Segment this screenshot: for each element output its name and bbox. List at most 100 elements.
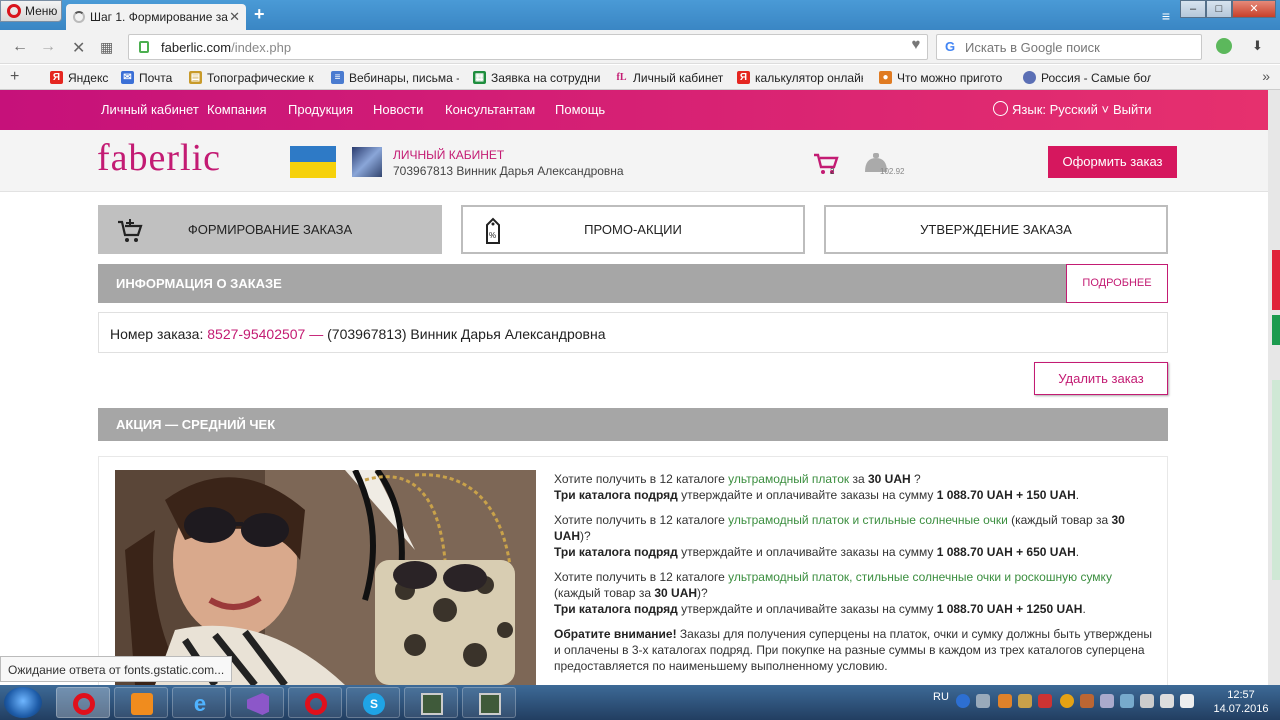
details-button[interactable]: ПОДРОБНЕЕ [1066, 264, 1168, 303]
nav-item-news[interactable]: Новости [373, 102, 423, 117]
bookmark-item[interactable]: ▦ Заявка на сотрудни [473, 71, 600, 85]
order-number-line: Номер заказа: 8527-95402507 — (703967813… [98, 312, 1168, 353]
tray-app-icon[interactable] [998, 694, 1012, 708]
delete-order-button[interactable]: Удалить заказ [1034, 362, 1168, 395]
promo-offer-2: Хотите получить в 12 каталоге ультрамодн… [554, 513, 1125, 559]
tray-app-icon[interactable] [1080, 694, 1094, 708]
checkout-button[interactable]: Оформить заказ [1048, 146, 1177, 178]
nav-item-cabinet[interactable]: Личный кабинет [101, 102, 199, 117]
bookmark-item[interactable]: Россия - Самые боль [1023, 71, 1151, 85]
bookmark-item[interactable]: ≡ Вебинары, письма - [331, 71, 459, 85]
loading-spinner-icon [73, 11, 85, 23]
clock[interactable]: 12:57 14.07.2016 [1206, 688, 1276, 716]
network-icon[interactable] [1120, 694, 1134, 708]
nav-item-company[interactable]: Компания [207, 102, 267, 117]
bookmark-label: Вебинары, письма - [349, 71, 459, 85]
promo-header: АКЦИЯ — СРЕДНИЙ ЧЕК [98, 408, 1168, 441]
forward-arrow-icon[interactable]: → [40, 38, 56, 56]
promo-note: Обратите внимание! Заказы для получения … [554, 627, 1152, 673]
faberlic-logo[interactable]: faberlic [97, 136, 221, 180]
new-tab-button[interactable]: + [254, 4, 265, 25]
cabinet-title[interactable]: ЛИЧНЫЙ КАБИНЕТ [393, 148, 504, 162]
taskbar-opera-2[interactable] [288, 687, 342, 718]
step-order-confirm[interactable]: УТВЕРЖДЕНИЕ ЗАКАЗА [824, 205, 1168, 254]
extension-icon[interactable] [1216, 38, 1232, 54]
clock-date: 14.07.2016 [1213, 703, 1269, 715]
tray-app-icon[interactable] [1060, 694, 1074, 708]
bookmark-item[interactable]: Якалькулятор онлайн [737, 71, 863, 85]
windows-taskbar: e S RU 12:57 14.07.2016 [0, 685, 1280, 720]
background-window-edge [1272, 250, 1280, 310]
system-tray: RU 12:57 14.07.2016 [928, 685, 1280, 720]
bookmark-label: Заявка на сотрудни [491, 71, 600, 85]
language-selector[interactable]: Язык: Русский ˅ [993, 101, 1110, 117]
bookmark-item[interactable]: ● Что можно пригото [879, 71, 1005, 85]
taskbar-media-player[interactable] [114, 687, 168, 718]
bookmark-item[interactable]: ✉ Почта [121, 71, 183, 85]
promo-item-link[interactable]: ультрамодный платок [728, 472, 849, 486]
promo-description: Хотите получить в 12 каталоге ультрамодн… [554, 471, 1154, 683]
start-button[interactable] [4, 687, 42, 718]
maximize-button[interactable]: □ [1206, 0, 1232, 18]
bookmark-item[interactable]: Я Яндекс [50, 71, 114, 85]
tray-app-icon[interactable] [1038, 694, 1052, 708]
logout-link[interactable]: Выйти [1113, 102, 1152, 117]
cart-icon[interactable] [812, 152, 840, 176]
keyboard-language[interactable]: RU [933, 691, 949, 703]
chevron-down-icon: ˅ [1101, 102, 1110, 117]
language-label: Язык: Русский [1012, 102, 1098, 117]
bookmark-heart-icon[interactable]: ♥ [902, 36, 930, 60]
minimize-button[interactable]: – [1180, 0, 1206, 18]
download-icon[interactable]: ⬇ [1252, 38, 1263, 54]
step-promo[interactable]: % ПРОМО-АКЦИИ [461, 205, 805, 254]
tray-app-icon[interactable] [1018, 694, 1032, 708]
url-input[interactable]: faberlic.com/index.php [128, 34, 928, 60]
bookmark-item[interactable]: fL Личный кабинет [615, 71, 727, 85]
battery-icon[interactable] [1140, 694, 1154, 708]
nav-item-consultants[interactable]: Консультантам [445, 102, 535, 117]
vs-icon [247, 693, 269, 715]
promo-item-link[interactable]: ультрамодный платок, стильные солнечные … [728, 570, 1112, 584]
yandex-icon: Я [737, 71, 750, 84]
taskbar-opera[interactable] [56, 687, 110, 718]
nav-item-products[interactable]: Продукция [288, 102, 353, 117]
taskbar-skype[interactable]: S [346, 687, 400, 718]
avatar[interactable] [352, 147, 382, 177]
ie-icon: e [193, 691, 207, 716]
close-window-button[interactable]: ✕ [1232, 0, 1276, 18]
opera-icon [73, 693, 95, 715]
price-tag-icon: % [486, 217, 500, 244]
taskbar-app-2[interactable] [462, 687, 516, 718]
signal-icon[interactable] [1160, 694, 1174, 708]
status-bar-text: Ожидание ответа от fonts.gstatic.com... [0, 656, 232, 682]
taskbar-visual-studio[interactable] [230, 687, 284, 718]
back-arrow-icon[interactable]: ← [12, 38, 28, 56]
add-bookmark-button[interactable]: + [10, 68, 19, 86]
bookmark-label: калькулятор онлайн [755, 71, 863, 85]
step-order-forming[interactable]: ФОРМИРОВАНИЕ ЗАКАЗА [98, 205, 442, 254]
stop-loading-icon[interactable]: ✕ [72, 38, 85, 58]
taskbar-internet-explorer[interactable]: e [172, 687, 226, 718]
taskbar-app[interactable] [404, 687, 458, 718]
volume-icon[interactable] [1180, 694, 1194, 708]
opera-logo-icon [7, 4, 21, 18]
nav-item-help[interactable]: Помощь [555, 102, 605, 117]
more-bookmarks-chevron-icon[interactable]: » [1262, 68, 1270, 84]
show-hidden-icon[interactable] [976, 694, 990, 708]
menu-label: Меню [25, 4, 58, 18]
bookmark-item[interactable]: ▤ Топографические к [189, 71, 319, 85]
opera-menu-button[interactable]: Меню [0, 0, 62, 22]
cart-plus-icon [118, 219, 143, 242]
tab-stack-icon[interactable]: ≡ [1162, 8, 1170, 24]
help-icon[interactable] [956, 694, 970, 708]
order-number-link[interactable]: 8527-95402507 — [207, 326, 323, 342]
close-tab-icon[interactable]: ✕ [229, 9, 240, 25]
skype-icon: S [363, 693, 385, 715]
search-input[interactable]: G Искать в Google поиск [936, 34, 1202, 60]
promo-item-link[interactable]: ультрамодный платок и стильные солнечные… [728, 513, 1008, 527]
tray-app-icon[interactable] [1100, 694, 1114, 708]
search-placeholder: Искать в Google поиск [965, 40, 1100, 55]
app-window-icon [421, 693, 443, 715]
tab-active[interactable]: Шаг 1. Формирование за ✕ [66, 4, 246, 30]
speed-dial-grid-icon[interactable]: ▦ [100, 39, 113, 56]
